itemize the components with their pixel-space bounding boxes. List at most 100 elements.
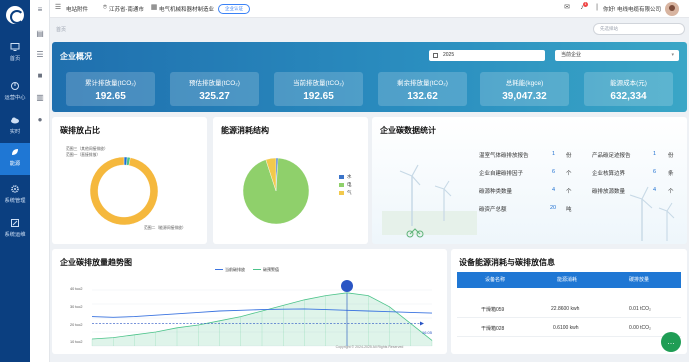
location-pin-icon: ⌾: [102, 4, 108, 11]
top-header: ☰ 电站附件 ⌾ 江苏省-南通市 ▦ 电气机械和器材制造业 企业认证 ✉ ♪ 1…: [50, 0, 689, 18]
stat-value: 132.62: [407, 91, 438, 102]
user-greeting[interactable]: 你好! 电线电缆有限公司: [603, 5, 661, 13]
nav-item-realtime[interactable]: 实时: [0, 111, 30, 143]
stat-unit: 个: [566, 171, 572, 177]
nav-label-realtime: 实时: [9, 129, 21, 135]
cell-device-name: 干燥箱028: [481, 326, 505, 332]
info-icon[interactable]: ●: [35, 115, 45, 125]
stat-value-emission-sources[interactable]: 4: [653, 187, 656, 193]
legend-swatch: [339, 191, 344, 195]
stat-card-energy: 总耗能(kgce) 39,047.32: [480, 72, 569, 106]
header-breadcrumb[interactable]: 电站附件: [66, 5, 88, 13]
emission-trend-chart: [91, 280, 433, 347]
nav-label-operations: 运营中心: [4, 95, 26, 101]
stat-label: 累计排放量(tCO₂): [85, 80, 136, 87]
stat-unit: 个: [566, 189, 572, 195]
stat-card-remaining: 剩余排放量(tCO₂) 132.62: [378, 72, 467, 106]
stat-value-product-footprint[interactable]: 1: [653, 151, 656, 157]
calendar-icon: [433, 53, 438, 58]
threshold-arrow: [420, 321, 424, 326]
col-energy[interactable]: 能源消耗: [557, 276, 577, 283]
enterprise-value: 当前企业: [561, 52, 582, 58]
station-search-input[interactable]: 先选择站: [593, 23, 685, 35]
col-emission[interactable]: 碳排放量: [629, 276, 649, 283]
nav-item-home[interactable]: 首页: [0, 38, 30, 70]
document-icon[interactable]: ▤: [35, 29, 45, 39]
stat-value-ghg-report[interactable]: 1: [552, 151, 555, 157]
col-device-name[interactable]: 设备名称: [485, 276, 505, 283]
stat-label: 当前排放量(tCO₂): [293, 80, 344, 87]
emission-trend-panel: 企业碳排放量趋势图 当前碳排放 碳预警值 40 tco2 30 tco2 20 …: [52, 249, 447, 354]
folder-icon[interactable]: ■: [35, 71, 45, 81]
stat-unit: 个: [668, 189, 674, 195]
legend-swatch: [339, 175, 344, 179]
stat-value-source-types[interactable]: 4: [552, 187, 555, 193]
nav-item-energy[interactable]: 能源: [0, 143, 30, 175]
hamburger-icon[interactable]: ☰: [54, 4, 62, 12]
device-energy-panel: 设备能源消耗与碳排放信息 设备名称 能源消耗 碳排放量 干燥箱059 22.86…: [451, 249, 687, 354]
stat-value: 39,047.32: [502, 91, 547, 102]
enterprise-auth-badge[interactable]: 企业认证: [218, 4, 250, 14]
nav-item-operations[interactable]: 运营中心: [0, 77, 30, 109]
stat-card-estimated: 预估排放量(tCO₂) 325.27: [170, 72, 259, 106]
breadcrumb[interactable]: 首页: [56, 26, 66, 33]
cell-energy: 22.8600 kwh: [551, 306, 580, 312]
cell-emission: 0.01 tCO₂: [629, 306, 651, 312]
menu-icon[interactable]: ≡: [35, 5, 45, 15]
stat-label-boundary: 企业核算边界: [592, 171, 626, 177]
stat-value-carbon-assets[interactable]: 20: [550, 205, 556, 211]
stat-unit: 份: [566, 153, 572, 159]
wind-turbine-illustration: [382, 164, 477, 238]
year-picker[interactable]: 2025: [429, 50, 545, 61]
avatar[interactable]: [665, 2, 679, 16]
book-icon[interactable]: ▥: [35, 93, 45, 103]
stat-label-ghg-report: 温室气体碳排放报告: [479, 153, 529, 159]
nav-label-system-admin: 系统管理: [4, 198, 26, 204]
stat-label-emission-sources: 碳排放源数量: [592, 189, 626, 195]
gear-icon: [11, 185, 19, 193]
share-label-scope2: 范围二（能源间接排放）: [144, 226, 186, 230]
secondary-sidebar: ≡ ▤ ☰ ■ ▥ ●: [30, 0, 50, 362]
share-label-scope3: 范围三（其他间接排放）: [66, 147, 108, 151]
legend-label: 电: [347, 182, 352, 187]
building-icon: ▦: [150, 4, 158, 11]
corp-carbon-stats-panel: 企业碳数据统计 温室气体碳排放报告 1 份 产品碳足迹报告 1 份 企业自建碳排…: [372, 117, 687, 244]
row-divider: [457, 317, 681, 318]
device-energy-title: 设备能源消耗与碳排放信息: [459, 258, 555, 267]
stat-label-product-footprint: 产品碳足迹报告: [592, 153, 631, 159]
peak-marker: [341, 280, 353, 292]
stat-unit: 份: [668, 153, 674, 159]
share-label-scope1: 范围一（直接排放）: [66, 153, 101, 157]
chevron-down-icon: ▾: [671, 52, 674, 58]
nav-label-home: 首页: [9, 56, 21, 62]
nav-item-system-admin[interactable]: 系统管理: [0, 180, 30, 212]
energy-pie: [242, 157, 310, 225]
separator-icon: |: [596, 4, 598, 11]
header-location[interactable]: 江苏省-南通市: [109, 5, 144, 13]
stat-card-cost: 能源成本(元) 632,334: [584, 72, 673, 106]
list-icon[interactable]: ☰: [35, 50, 45, 60]
cell-emission: 0.00 tCO₂: [629, 325, 651, 331]
device-table-header: 设备名称 能源消耗 碳排放量: [457, 272, 681, 288]
stat-label: 能源成本(元): [610, 80, 647, 87]
stat-value-emission-factor[interactable]: 6: [552, 169, 555, 175]
stat-value-boundary[interactable]: 6: [653, 169, 656, 175]
cell-device-name: 干燥箱059: [481, 307, 505, 313]
app-logo: [6, 6, 24, 24]
stat-label: 预估排放量(tCO₂): [189, 80, 240, 87]
chat-icon[interactable]: …: [661, 332, 681, 352]
pie-slice: [89, 156, 159, 226]
mail-icon[interactable]: ✉: [563, 4, 571, 12]
app-root: 首页 运营中心 实时 能源 系统管理 系统运维 ≡ ▤ ☰ ■ ▥ ● ☰ 电站…: [0, 0, 689, 362]
notification-count: 1: [583, 2, 588, 7]
header-industry[interactable]: 电气机械和器材制造业: [159, 5, 214, 13]
chart-icon: [11, 82, 19, 90]
stat-unit: 条: [668, 171, 674, 177]
stat-value: 192.65: [303, 91, 334, 102]
stat-unit: 吨: [566, 207, 572, 213]
carbon-share-panel: 碳排放占比 范围三（其他间接排放） 范围一（直接排放） 范围二（能源间接排放）: [52, 117, 207, 244]
cloud-icon: [11, 117, 19, 124]
nav-item-system-ops[interactable]: 系统运维: [0, 214, 30, 246]
enterprise-select[interactable]: 当前企业 ▾: [555, 50, 679, 61]
edit-icon: [11, 219, 19, 227]
